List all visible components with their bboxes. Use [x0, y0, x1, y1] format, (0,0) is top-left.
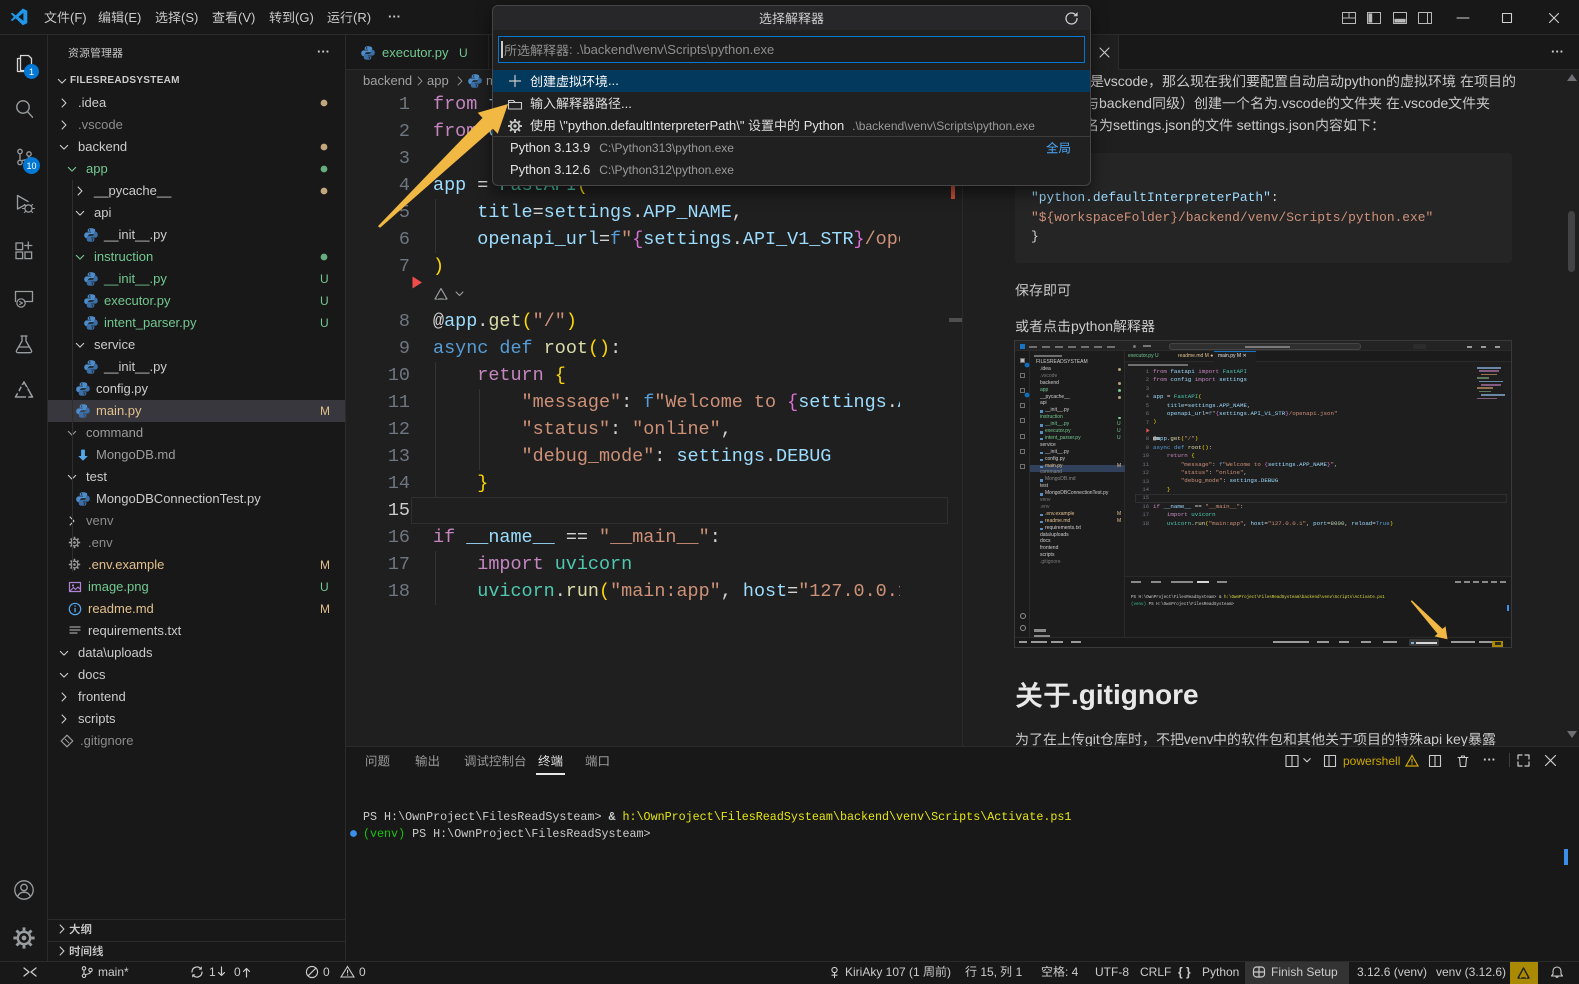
- svg-text:10: 10: [26, 161, 36, 171]
- svg-text:1: 1: [29, 67, 34, 78]
